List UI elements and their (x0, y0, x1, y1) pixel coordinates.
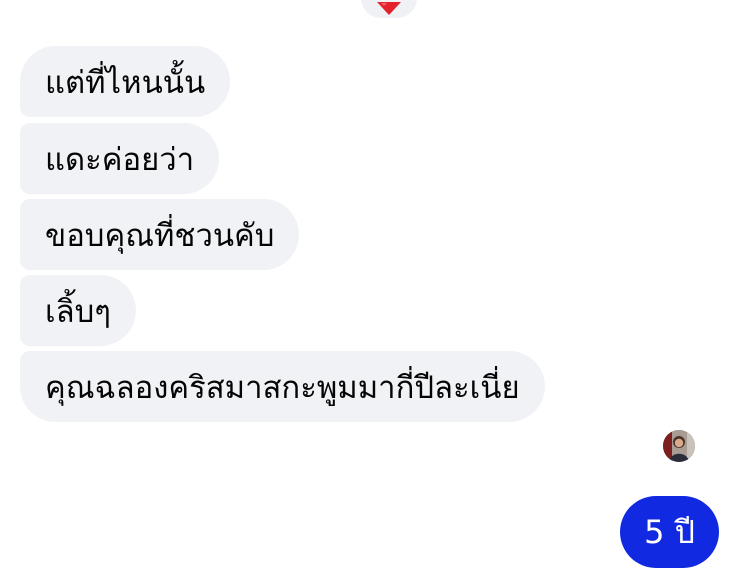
heart-icon (377, 2, 401, 15)
received-message[interactable]: ขอบคุณที่ชวนคับ (20, 199, 300, 270)
message-text: คุณฉลองคริสมาสกะพูมมากี่ปีละเนี่ย (45, 369, 520, 406)
message-text: เลิ้บๆ (45, 293, 111, 330)
message-text: แดะค่อยว่า (45, 141, 195, 178)
avatar[interactable] (663, 430, 695, 462)
message-reaction[interactable] (361, 0, 417, 18)
message-text: แต่ที่ไหนนั้น (45, 64, 206, 101)
message-text: 5 ปี (644, 512, 695, 551)
received-message[interactable]: แต่ที่ไหนนั้น (20, 46, 231, 117)
chat-thread: แต่ที่ไหนนั้น แดะค่อยว่า ขอบคุณที่ชวนคับ… (0, 0, 735, 580)
sent-message[interactable]: 5 ปี (620, 496, 719, 568)
profile-photo-icon (663, 430, 695, 462)
received-message[interactable]: คุณฉลองคริสมาสกะพูมมากี่ปีละเนี่ย (20, 351, 545, 422)
received-message[interactable]: เลิ้บๆ (20, 275, 136, 346)
received-message[interactable]: แดะค่อยว่า (20, 123, 220, 194)
message-text: ขอบคุณที่ชวนคับ (45, 217, 275, 254)
